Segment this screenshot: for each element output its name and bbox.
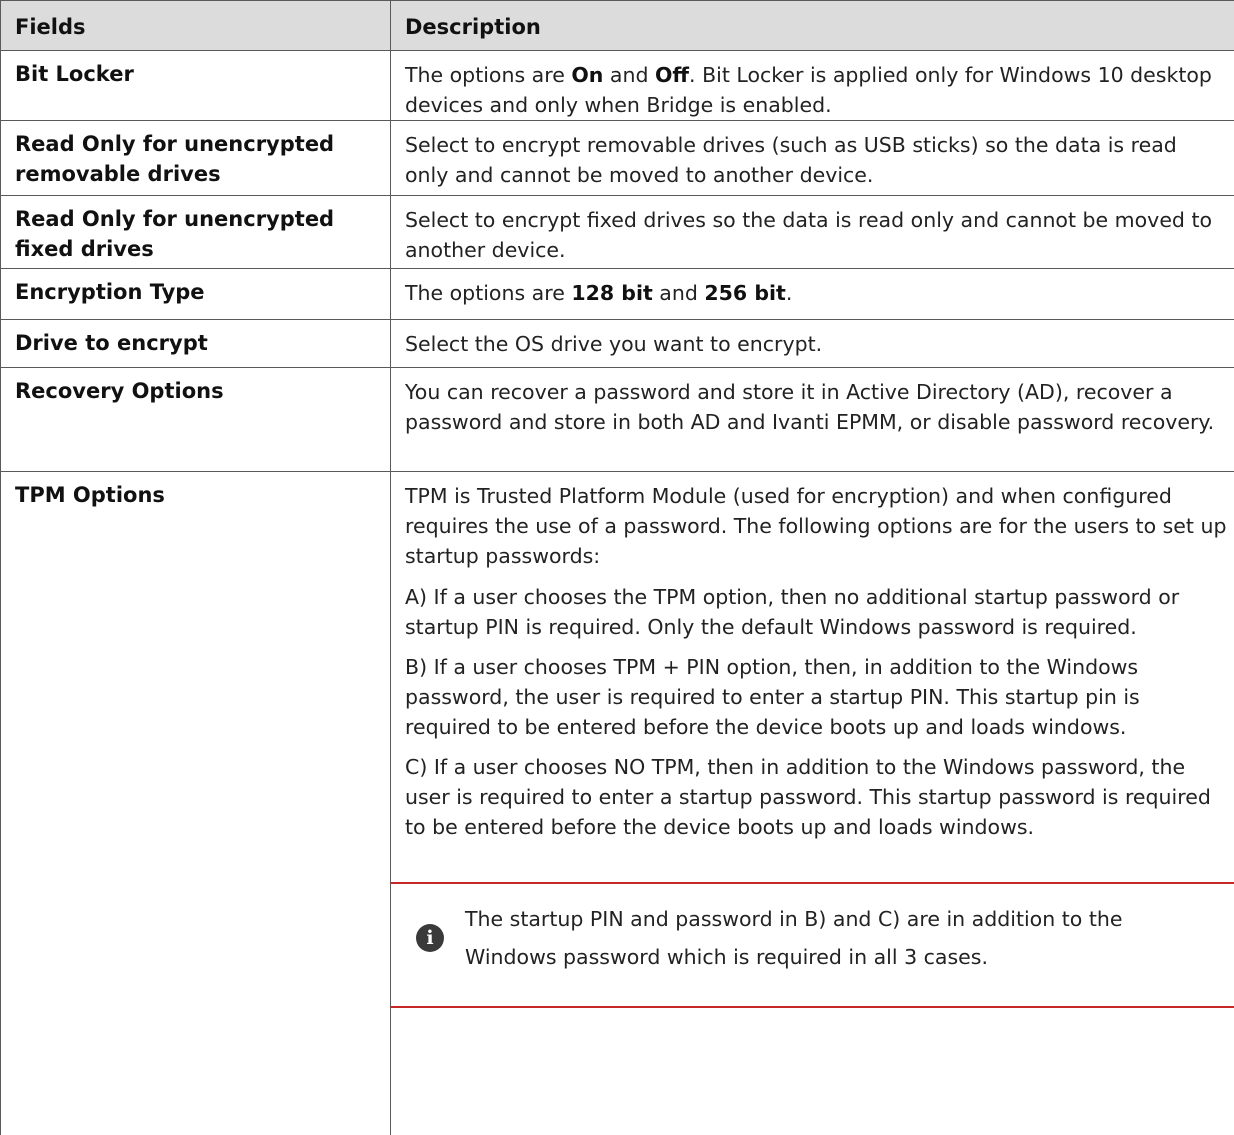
field-description: You can recover a password and store it … — [391, 368, 1234, 472]
field-name: Bit Locker — [1, 51, 391, 121]
table-row: Encryption Type The options are 128 bit … — [1, 269, 1234, 320]
table-row: Bit Locker The options are On and Off. B… — [1, 51, 1234, 121]
table-header-row: Fields Description — [1, 1, 1234, 51]
field-description: TPM is Trusted Platform Module (used for… — [391, 472, 1234, 1135]
tpm-intro-paragraph: TPM is Trusted Platform Module (used for… — [405, 481, 1227, 571]
field-name: Recovery Options — [1, 368, 391, 472]
note-callout: i The startup PIN and password in B) and… — [391, 882, 1234, 1008]
field-name: Encryption Type — [1, 269, 391, 320]
field-description: The options are 128 bit and 256 bit. — [391, 269, 1234, 320]
fields-table: Fields Description Bit Locker The option… — [0, 0, 1234, 1135]
field-description: Select to encrypt removable drives (such… — [391, 121, 1234, 196]
tpm-option-a-paragraph: A) If a user chooses the TPM option, the… — [405, 582, 1227, 642]
option-on: On — [571, 63, 603, 87]
field-description: Select the OS drive you want to encrypt. — [391, 320, 1234, 368]
option-128-bit: 128 bit — [571, 281, 652, 305]
table-row: Drive to encrypt Select the OS drive you… — [1, 320, 1234, 368]
table-row: TPM Options TPM is Trusted Platform Modu… — [1, 472, 1234, 1135]
field-name: Drive to encrypt — [1, 320, 391, 368]
tpm-option-b-paragraph: B) If a user chooses TPM + PIN option, t… — [405, 652, 1227, 742]
table-row: Read Only for unencrypted removable driv… — [1, 121, 1234, 196]
table-row: Read Only for unencrypted fixed drives S… — [1, 196, 1234, 269]
field-description: The options are On and Off. Bit Locker i… — [391, 51, 1234, 121]
field-name: Read Only for unencrypted removable driv… — [1, 121, 391, 196]
info-icon: i — [416, 924, 444, 952]
table-row: Recovery Options You can recover a passw… — [1, 368, 1234, 472]
field-name: TPM Options — [1, 472, 391, 1135]
field-name: Read Only for unencrypted fixed drives — [1, 196, 391, 269]
header-description: Description — [391, 1, 1234, 51]
header-fields: Fields — [1, 1, 391, 51]
tpm-option-c-paragraph: C) If a user chooses NO TPM, then in add… — [405, 752, 1227, 842]
option-256-bit: 256 bit — [704, 281, 785, 305]
option-off: Off — [655, 63, 689, 87]
field-description: Select to encrypt fixed drives so the da… — [391, 196, 1234, 269]
note-text: The startup PIN and password in B) and C… — [465, 900, 1205, 976]
